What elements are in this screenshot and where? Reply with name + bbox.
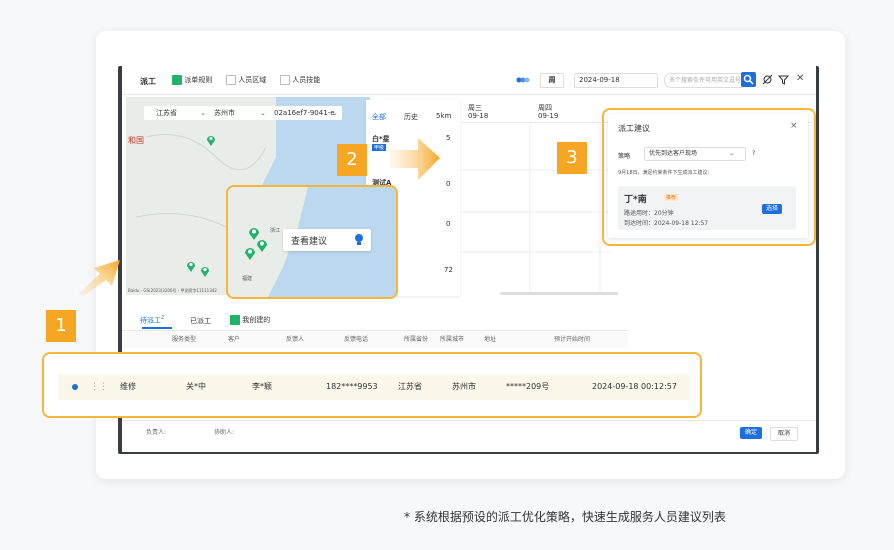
confirm-button[interactable]: 确定 [740,427,762,439]
strategy-label: 策略 [618,153,631,160]
travel-time: 路途用时：20分钟 [624,210,674,217]
cell-start-time: 2024-09-18 00:12:57 [592,382,677,391]
close-icon[interactable]: ✕ [796,73,804,84]
cell-city: 苏州市 [452,382,476,391]
tab-dispatched[interactable]: 已派工 [190,316,211,326]
staff-count: 0 [446,220,451,228]
page-title: 派工 [140,77,156,86]
map-pin-icon[interactable] [244,245,256,264]
staff-count: 72 [444,266,453,274]
chevron-down-icon: ⌄ [332,109,338,117]
code-select[interactable]: 02a16ef7-9041-e [274,106,335,120]
owner-label: 负责人: [146,429,167,436]
suggestion-panel: 派工建议 × 策略 优先到达客户现场 ⌄ ? 9月18日，满足约束条件下生成派工建… [608,114,808,238]
cancel-button[interactable]: 取消 [770,427,798,441]
map-zoom-popup: 浙江 福建 查看建议 [226,185,398,299]
status-dot [72,384,78,390]
dots-icon [516,77,530,83]
suggestion-title: 派工建议 [618,124,650,133]
staff-skill-checkbox[interactable]: 人员技能 [280,75,320,85]
tab-history[interactable]: 历史 [404,112,418,122]
calendar-scrollbar[interactable] [500,292,618,295]
col-header: 服务类型 [172,336,197,343]
chevron-down-icon: ⌄ [260,109,266,117]
toolbar: 派工 派单规则 人员区域 人员技能 周 2024-09-18 多个搜索条件可用英… [122,68,816,95]
cell-reporter: 李*颖 [252,382,272,391]
arrow-icon [76,256,126,300]
col-header: 地址 [484,336,497,343]
map-pin-icon[interactable] [256,237,268,256]
calendar-col-thu: 周四 09-19 [538,104,559,120]
calendar-grid [460,122,610,292]
map-pin-icon[interactable] [206,131,216,150]
hide-icon[interactable] [762,74,773,87]
col-header: 反馈人 [286,336,305,343]
suggestion-card[interactable]: 丁*南 推荐 路途用时：20分钟 到达时间：2024-09-18 12:57 选… [618,186,796,230]
cell-customer: 关*中 [186,382,206,391]
filter-icon[interactable] [777,74,790,87]
close-icon[interactable]: × [790,121,798,131]
col-header: 所属城市 [440,336,465,343]
search-input[interactable]: 多个搜索条件可用英文逗号 [664,73,748,88]
date-picker[interactable]: 2024-09-18 [574,73,658,88]
staff-count: 5 [446,134,451,142]
tab-all[interactable]: 全部 [372,112,386,122]
cell-province: 江苏省 [398,382,422,391]
col-header: 所属省份 [404,336,429,343]
caption: * 系统根据预设的派工优化策略，快速生成服务人员建议列表 [404,510,726,524]
period-select[interactable]: 周 [540,73,564,88]
calendar-col-wed: 周三 09-18 [468,104,489,120]
assist-label: 协助人: [214,429,235,436]
col-header: 客户 [228,336,241,343]
tab-pending[interactable]: 待派工2 [140,315,164,325]
col-header: 预计开始时间 [554,336,591,343]
staff-count: 0 [446,180,451,188]
suggestion-note: 9月18日，满足约束条件下生成派工建议： [618,170,713,176]
map-pin-icon[interactable] [186,257,196,276]
staff-level-badge: 甲级 [372,144,387,151]
strategy-select[interactable]: 优先到达客户现场 ⌄ [644,147,746,161]
map-filter-bar: 江苏省 ⌄ 苏州市 ⌄ 02a16ef7-9041-e ⌄ [144,106,342,120]
select-button[interactable]: 选择 [762,204,782,214]
help-icon[interactable]: ? [752,150,755,157]
cell-address: *****209号 [506,382,550,391]
order-tabs: 待派工2 已派工 我创建的 [122,312,628,331]
tab-5km[interactable]: 5km [436,112,451,120]
cell-phone: 182****9953 [326,382,378,391]
map-province-label: 福建 [242,276,253,282]
bulb-icon [353,232,365,252]
province-select[interactable]: 江苏省 [156,106,177,120]
tab-indicator [142,327,172,329]
map-copyright: Baidu - GS(2023)3206号 - 甲测资字11111342 [128,288,217,293]
table-row[interactable]: ⋮⋮ 维修 关*中 李*颖 182****9953 江苏省 苏州市 *****2… [58,374,690,400]
map-pin-icon[interactable] [200,262,210,281]
created-by-me-checkbox[interactable]: 我创建的 [230,315,270,325]
arrival-time: 到达时间：2024-09-18 12:57 [624,220,709,227]
staff-area-checkbox[interactable]: 人员区域 [226,75,266,85]
map-region-label: 和国 [128,136,144,145]
cell-service-type: 维修 [120,382,136,391]
drag-handle-icon[interactable]: ⋮⋮ [90,374,108,400]
view-suggestion-button[interactable]: 查看建议 [283,229,371,251]
recommend-badge: 推荐 [664,194,679,201]
staff-name[interactable]: 白*星 [372,134,390,144]
map-province-label: 浙江 [270,228,281,234]
city-select[interactable]: 苏州市 [214,106,235,120]
order-table-header: 服务类型 客户 反馈人 反馈电话 所属省份 所属城市 地址 预计开始时间 [122,332,628,348]
col-header: 反馈电话 [344,336,369,343]
step-badge-3: 3 [557,142,587,174]
footer-bar: 负责人: 协助人: 确定 取消 [122,420,816,445]
search-icon[interactable] [741,72,756,87]
staff-name: 丁*南 [624,195,647,205]
step-badge-2: 2 [337,144,367,176]
chevron-down-icon: ⌄ [729,150,735,157]
arrow-icon [390,136,442,188]
dispatch-rule-checkbox[interactable]: 派单规则 [172,75,212,85]
step-badge-1: 1 [46,310,76,342]
chevron-down-icon: ⌄ [200,109,206,117]
